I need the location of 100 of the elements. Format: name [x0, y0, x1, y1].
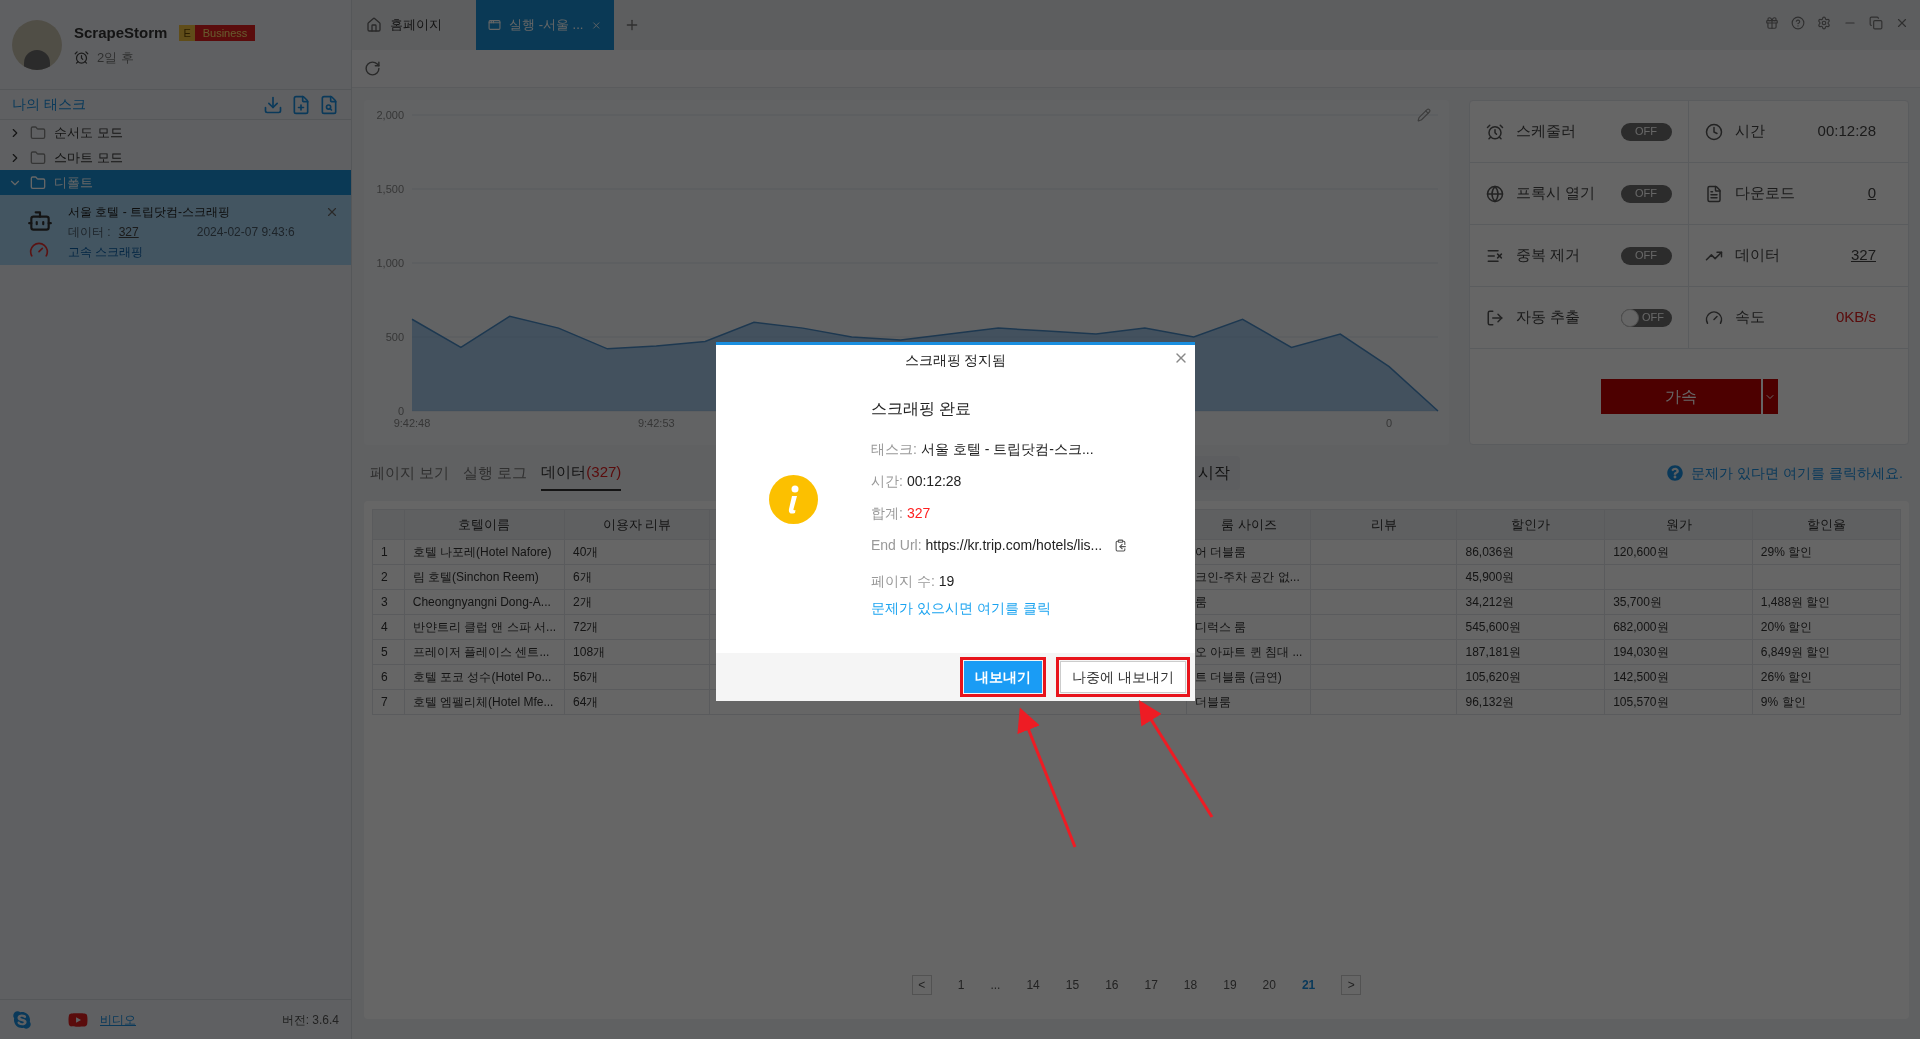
table-cell: Cheongnyangni Dong-A... [412, 595, 551, 609]
table-cell: 4 [381, 620, 388, 634]
new-tab-icon[interactable] [624, 17, 640, 33]
restore-icon[interactable] [1869, 16, 1883, 30]
page-number[interactable]: 17 [1144, 976, 1158, 994]
accelerate-button[interactable]: 가속 [1600, 379, 1761, 414]
refresh-icon[interactable] [364, 60, 381, 77]
page-number[interactable]: 14 [1026, 976, 1040, 994]
speed-mode-text: 고속 스크래핑 [68, 244, 145, 261]
gift-icon[interactable] [1765, 16, 1779, 30]
table-cell: 호텔 엠펠리체(Hotel Mfe... [412, 695, 554, 709]
table-cell: 트 더블룸 (금연) [1195, 670, 1282, 684]
table-cell: 187,181원 [1465, 645, 1521, 659]
stat-label: 데이터 [1735, 245, 1780, 266]
app-name: ScrapeStorm [74, 22, 168, 43]
stat-label: 스케줄러 [1516, 121, 1576, 142]
folder-item[interactable]: 디폴트 [0, 170, 351, 195]
close-icon[interactable] [325, 205, 339, 219]
stat-label: 속도 [1735, 307, 1765, 328]
table-cell: 56개 [573, 670, 599, 684]
search-task-icon[interactable] [319, 94, 339, 115]
settings-icon[interactable] [1817, 16, 1831, 30]
folder-item[interactable]: 스마트 모드 [0, 145, 351, 170]
task-title: 서울 호텔 - 트립닷컴-스크래핑 [68, 204, 230, 221]
dropdown-button[interactable] [1761, 379, 1778, 414]
table-cell: 2개 [573, 595, 592, 609]
chat-icon[interactable] [12, 1009, 32, 1030]
table-cell: 26% 할인 [1760, 670, 1813, 684]
column-header: 룸 사이즈 [1220, 516, 1277, 532]
tab[interactable]: 홈페이지 [354, 0, 476, 50]
stat-value: 0KB/s [1835, 307, 1876, 328]
field-label: 시간: [871, 471, 903, 491]
column-header: 호텔이름 [458, 516, 511, 532]
new-task-icon[interactable] [291, 94, 311, 115]
globe-icon [1486, 184, 1504, 203]
export-icon [1486, 308, 1504, 327]
table-cell: 디럭스 룸 [1195, 620, 1247, 634]
table-cell: 682,000원 [1613, 620, 1669, 634]
help-link[interactable]: 문제가 있다면 여기를 클릭하세요. [1691, 462, 1903, 484]
folder-icon [30, 149, 46, 166]
table-cell: 40개 [573, 545, 599, 559]
page-number[interactable]: 18 [1183, 976, 1198, 994]
close-icon[interactable] [1895, 16, 1909, 30]
tab[interactable]: 실행 -서울 ... [476, 0, 614, 50]
table-cell: 림 호텔(Sinchon Reem) [412, 570, 539, 584]
table-cell: 9% 할인 [1760, 695, 1806, 709]
view-tab[interactable]: 데이터(327) [541, 454, 622, 492]
export-later-button[interactable]: 나중에 내보내기 [1060, 661, 1186, 693]
table-cell: 545,600원 [1465, 620, 1521, 634]
table-cell: 29% 할인 [1760, 545, 1813, 559]
stat-value-link[interactable]: 0 [1867, 182, 1876, 205]
table-cell: 6 [381, 670, 388, 684]
help-icon[interactable] [1791, 16, 1805, 30]
column-header: 리뷰 [1370, 516, 1397, 532]
help-icon[interactable] [1667, 465, 1684, 481]
dialog-heading: 스크래핑 완료 [871, 399, 973, 419]
table-cell: 더블룸 [1195, 695, 1232, 709]
table-cell: 96,132원 [1465, 695, 1515, 709]
edit-icon[interactable] [1417, 108, 1431, 122]
robot-icon [27, 208, 53, 234]
table-cell: 72개 [573, 620, 599, 634]
stat-label: 프록시 열기 [1516, 183, 1596, 204]
data-count-link[interactable]: 327 [118, 223, 139, 241]
version-text: 버전: 3.6.4 [281, 1011, 339, 1029]
help-link[interactable]: 문제가 있으시면 여기를 클릭 [871, 598, 1128, 619]
page-number[interactable]: 16 [1105, 976, 1119, 994]
table-cell: 34,212원 [1465, 595, 1515, 609]
export-button[interactable]: 내보내기 [964, 661, 1043, 693]
avatar[interactable] [12, 19, 62, 70]
next-page-button[interactable]: > [1341, 975, 1362, 995]
stat-value-link[interactable]: 327 [1850, 244, 1876, 267]
field-label: 태스크: [871, 439, 917, 459]
table-cell: 룸 [1195, 595, 1208, 609]
folder-icon [30, 174, 46, 191]
table-cell: 5 [381, 645, 388, 659]
column-header: 이용자 리뷰 [602, 516, 672, 532]
field-value: https://kr.trip.com/hotels/lis... [925, 535, 1103, 555]
table-cell: 7 [381, 695, 388, 709]
copy-icon[interactable] [1114, 538, 1128, 552]
table-cell: 6개 [573, 570, 592, 584]
table-cell: 3 [381, 595, 388, 609]
page-number[interactable]: 15 [1065, 976, 1080, 994]
table-cell: 86,036원 [1465, 545, 1515, 559]
page-number[interactable]: ... [990, 976, 1001, 994]
field-label: End Url: [871, 535, 922, 555]
table-cell: 호텔 나포레(Hotel Nafore) [412, 545, 552, 559]
page-number[interactable]: 20 [1262, 976, 1276, 994]
clock-icon [1705, 122, 1723, 141]
prev-page-button[interactable]: < [911, 975, 932, 995]
gauge-icon [29, 240, 49, 260]
table-cell: 64개 [573, 695, 599, 709]
stat-label: 중복 제거 [1516, 245, 1581, 266]
folder-item[interactable]: 순서도 모드 [0, 120, 351, 145]
import-icon[interactable] [263, 94, 283, 115]
page-number[interactable]: 19 [1223, 976, 1237, 994]
home-icon [366, 17, 382, 33]
stat-label: 시간 [1735, 121, 1765, 142]
page-number[interactable]: 21 [1301, 976, 1316, 994]
video-link[interactable]: 비디오 [100, 1010, 136, 1029]
page-number[interactable]: 1 [957, 976, 965, 994]
